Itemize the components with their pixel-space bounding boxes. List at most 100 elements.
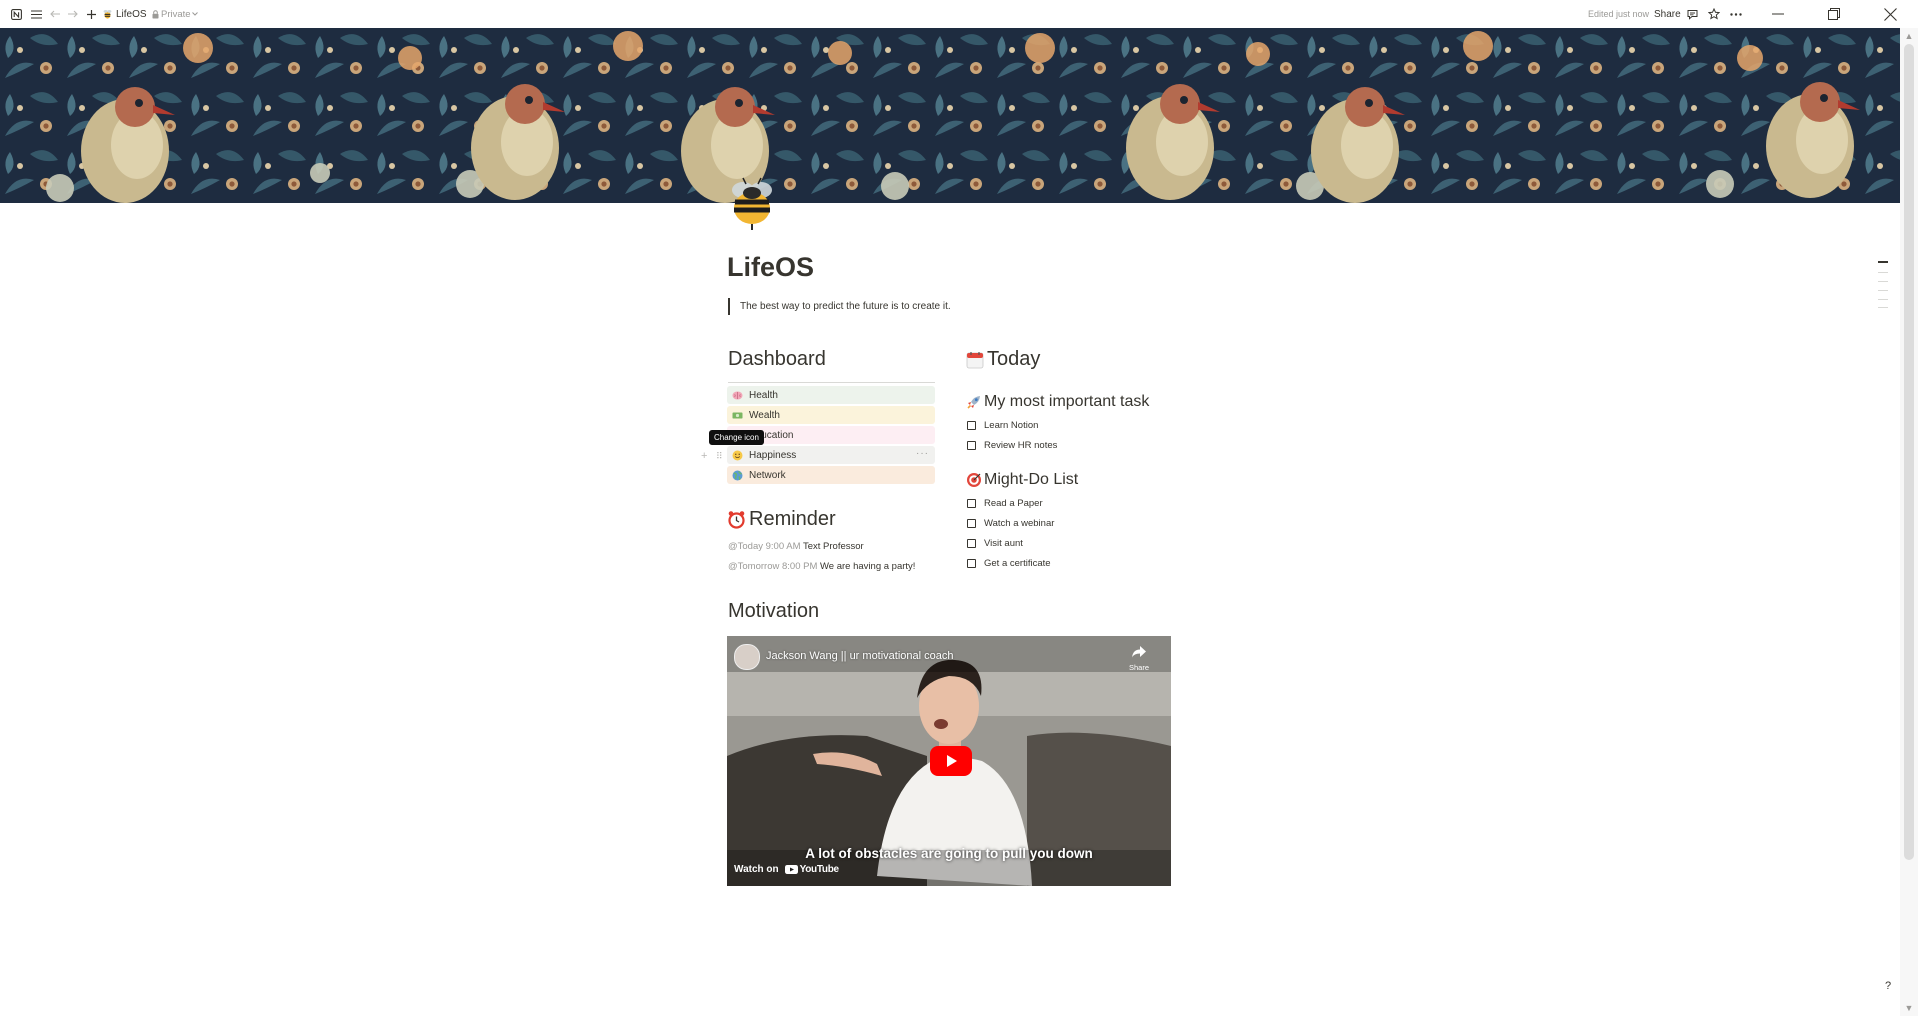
dashboard-item-health[interactable]: Health [727, 386, 935, 404]
cover-image[interactable] [0, 28, 1900, 203]
money-icon [731, 409, 743, 421]
share-arrow-icon[interactable] [1131, 645, 1147, 664]
date-mention[interactable]: @Tomorrow 8:00 PM [728, 561, 817, 572]
todo-label: Watch a webinar [984, 517, 1055, 529]
todo-item[interactable]: Read a Paper [967, 496, 1043, 510]
checkbox[interactable] [967, 498, 976, 508]
scrollbar-thumb[interactable] [1904, 44, 1914, 860]
lock-icon [150, 0, 160, 28]
todo-label: Learn Notion [984, 419, 1039, 431]
alarm-clock-icon [727, 510, 746, 529]
reminder-item[interactable]: @Tomorrow 8:00 PM We are having a party! [728, 561, 915, 572]
reminder-heading[interactable]: Reminder [727, 508, 836, 531]
forward-arrow-icon[interactable] [66, 0, 80, 28]
dashboard-item-happiness[interactable]: Happiness ··· [727, 446, 935, 464]
help-question-icon: ? [1884, 980, 1892, 992]
row-more-options-icon[interactable]: ··· [916, 446, 929, 464]
scroll-down-arrow-icon[interactable]: ▼ [1903, 1002, 1915, 1014]
dashboard-item-label: Network [749, 469, 786, 481]
close-window-icon[interactable] [1882, 0, 1898, 28]
youtube-wordmark: YouTube [799, 864, 840, 875]
might-do-heading[interactable]: Might-Do List [966, 471, 1078, 489]
calendar-icon [966, 351, 984, 369]
toc-indicator[interactable] [1878, 290, 1888, 291]
help-button[interactable]: ? [1880, 978, 1896, 994]
today-heading[interactable]: Today [966, 348, 1040, 371]
checkbox[interactable] [967, 518, 976, 528]
target-icon [966, 472, 982, 488]
dashboard-heading[interactable]: Dashboard [728, 348, 826, 371]
todo-item[interactable]: Review HR notes [967, 438, 1057, 452]
visibility-label[interactable]: Private [161, 0, 191, 28]
todo-label: Read a Paper [984, 497, 1043, 509]
watch-on-youtube-button[interactable]: Watch on YouTube [734, 864, 839, 875]
youtube-logo-icon: YouTube [784, 864, 840, 875]
reminder-text: Text Professor [802, 541, 864, 552]
restore-window-icon[interactable] [1826, 0, 1842, 28]
breadcrumb-bee-icon [101, 0, 113, 28]
toc-indicator[interactable] [1878, 281, 1888, 282]
checkbox[interactable] [967, 538, 976, 548]
more-options-icon[interactable] [1728, 0, 1744, 28]
notion-logo-icon[interactable] [9, 0, 23, 28]
tooltip-change-icon: Change icon [709, 430, 764, 445]
toc-indicator[interactable] [1878, 307, 1888, 308]
dashboard-item-wealth[interactable]: Wealth [727, 406, 935, 424]
channel-avatar[interactable] [734, 644, 760, 670]
todo-label: Review HR notes [984, 439, 1058, 451]
video-share-label[interactable]: Share [1129, 663, 1149, 672]
page-bee-icon[interactable] [724, 176, 780, 232]
checkbox[interactable] [967, 440, 976, 450]
top-bar: LifeOS Private Edited just now Share [0, 0, 1918, 28]
page-title[interactable]: LifeOS [727, 252, 814, 283]
toc-indicator[interactable] [1878, 272, 1888, 273]
checkbox[interactable] [967, 558, 976, 568]
important-task-heading[interactable]: My most important task [966, 393, 1149, 411]
divider [728, 382, 935, 383]
globe-icon [731, 469, 743, 481]
motivation-heading[interactable]: Motivation [728, 600, 819, 623]
new-page-plus-icon[interactable] [84, 0, 98, 28]
dashboard-item-label: Health [749, 389, 778, 401]
scroll-up-arrow-icon[interactable]: ▲ [1903, 30, 1915, 42]
add-block-plus-icon[interactable]: + [701, 450, 707, 462]
toc-indicator-active[interactable] [1878, 261, 1888, 263]
quote-block[interactable]: The best way to predict the future is to… [728, 298, 951, 315]
smile-icon [731, 449, 743, 461]
todo-item[interactable]: Get a certificate [967, 556, 1051, 570]
checkbox[interactable] [967, 420, 976, 430]
important-task-heading-label: My most important task [984, 393, 1150, 410]
brain-icon [731, 389, 743, 401]
today-heading-label: Today [987, 348, 1041, 370]
comment-icon[interactable] [1684, 0, 1700, 28]
drag-handle-icon[interactable]: ⠿ [716, 450, 723, 462]
toc-indicator[interactable] [1878, 299, 1888, 300]
edited-status: Edited just now [1588, 9, 1650, 19]
todo-item[interactable]: Watch a webinar [967, 516, 1054, 530]
share-button[interactable]: Share [1654, 0, 1681, 28]
video-title[interactable]: Jackson Wang || ur motivational coach [766, 650, 954, 662]
reminder-heading-label: Reminder [749, 508, 836, 530]
back-arrow-icon[interactable] [48, 0, 62, 28]
video-caption: A lot of obstacles are going to pull you… [805, 846, 1093, 861]
todo-item[interactable]: Visit aunt [967, 536, 1023, 550]
todo-label: Get a certificate [984, 557, 1051, 569]
rocket-icon [966, 394, 982, 410]
dashboard-item-label: Wealth [749, 409, 780, 421]
breadcrumb-page-title[interactable]: LifeOS [116, 0, 147, 28]
dashboard-item-label: Happiness [749, 449, 797, 461]
todo-item[interactable]: Learn Notion [967, 418, 1038, 432]
dashboard-item-network[interactable]: Network [727, 466, 935, 484]
minimize-window-icon[interactable] [1770, 0, 1786, 28]
chevron-down-icon[interactable] [191, 0, 199, 28]
reminder-text: We are having a party! [820, 561, 916, 572]
watch-on-label: Watch on [734, 864, 779, 875]
todo-label: Visit aunt [984, 537, 1023, 549]
date-mention[interactable]: @Today 9:00 AM [728, 541, 801, 552]
star-favorite-icon[interactable] [1706, 0, 1722, 28]
reminder-item[interactable]: @Today 9:00 AM Text Professor [728, 541, 864, 552]
might-do-heading-label: Might-Do List [984, 471, 1079, 488]
sidebar-menu-icon[interactable] [29, 0, 43, 28]
play-button-icon[interactable] [930, 746, 972, 781]
youtube-video-embed[interactable]: Jackson Wang || ur motivational coach Sh… [727, 636, 1171, 886]
